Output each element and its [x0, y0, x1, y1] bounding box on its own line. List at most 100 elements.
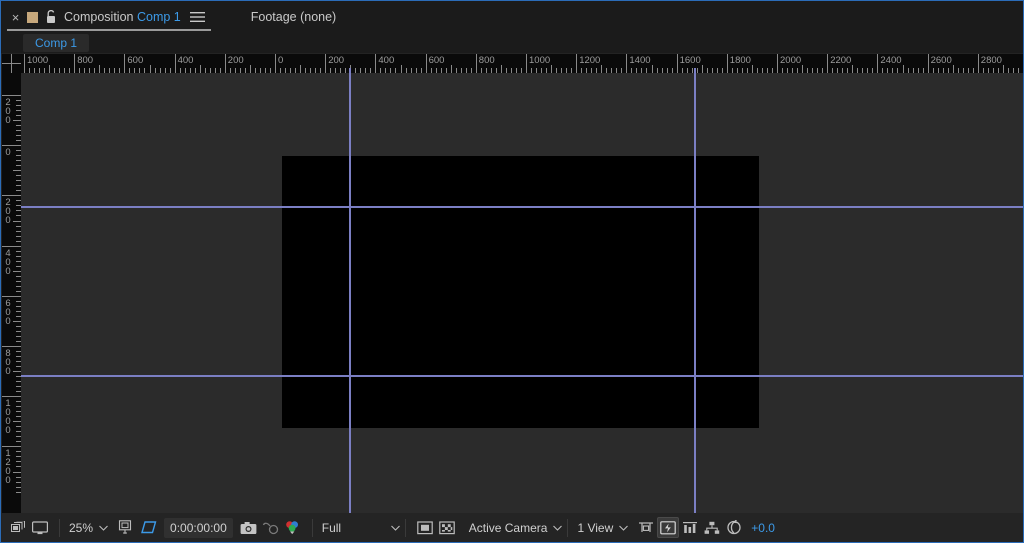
show-snapshot-icon[interactable]	[260, 517, 282, 538]
ruler-minor-tick	[13, 471, 21, 473]
resolution-select[interactable]: Full	[316, 518, 402, 538]
ruler-major-tick	[526, 54, 527, 73]
current-time-field[interactable]: 0:00:00:00	[164, 517, 233, 538]
chevron-down-icon	[390, 525, 400, 531]
horizontal-guide[interactable]	[21, 375, 1023, 377]
close-icon[interactable]: ×	[11, 11, 20, 24]
grid-guide-icon[interactable]	[115, 517, 137, 538]
tab-footage[interactable]: Footage (none)	[243, 1, 344, 33]
ruler-major-tick	[877, 54, 879, 73]
layers-icon[interactable]	[7, 517, 29, 538]
tab-title: Composition Comp 1	[64, 10, 181, 24]
ruler-label: 1400	[629, 55, 651, 66]
ruler-major-tick	[626, 54, 628, 73]
ruler-minor-tick	[751, 65, 753, 73]
exposure-icon[interactable]	[723, 517, 745, 538]
monitor-icon[interactable]	[29, 517, 51, 538]
ruler-major-tick	[174, 54, 176, 73]
channels-icon[interactable]	[282, 517, 304, 538]
ruler-minor-tick	[49, 65, 51, 73]
toolbar-separator	[59, 518, 60, 537]
ruler-minor-tick	[601, 65, 603, 73]
hamburger-icon[interactable]	[188, 11, 205, 24]
ruler-label: 600	[127, 55, 144, 66]
toolbar-group-guides	[110, 513, 164, 542]
ruler-label: 800	[77, 55, 94, 66]
ruler-major-tick	[927, 54, 929, 73]
vertical-ruler[interactable]: 200 0 200 400 600 800 1000 1200	[2, 73, 21, 513]
ruler-label: 800	[2, 348, 14, 375]
ruler-major-tick	[2, 95, 21, 96]
horizontal-guide[interactable]	[21, 206, 1023, 208]
flowchart-icon[interactable]	[701, 517, 723, 538]
ruler-label: 1000	[2, 398, 14, 435]
ruler-major-tick	[124, 54, 126, 73]
ruler-minor-tick	[149, 65, 151, 73]
toolbar-group-snapshot	[233, 513, 309, 542]
camera-value: Active Camera	[468, 520, 548, 535]
ruler-major-tick	[2, 145, 21, 147]
toolbar-separator	[404, 518, 406, 537]
ruler-minor-tick	[13, 270, 21, 272]
mask-icon[interactable]	[137, 517, 159, 538]
ruler-label: 400	[177, 55, 194, 66]
ruler-minor-tick	[300, 65, 302, 73]
composition-toolbar: 25% 0:00:00:00 Full Active Camera 1 View…	[2, 513, 1023, 542]
ruler-major-tick	[2, 396, 21, 398]
ruler-minor-tick	[13, 170, 21, 172]
resolution-value: Full	[321, 520, 342, 535]
subtab-comp-1[interactable]: Comp 1	[23, 34, 90, 52]
ruler-label: 400	[2, 247, 14, 275]
lock-icon[interactable]	[45, 10, 57, 24]
roi-icon[interactable]	[414, 517, 436, 538]
toolbar-separator	[311, 518, 313, 537]
magnification-value: 25%	[69, 520, 94, 535]
ruler-label: 600	[428, 55, 445, 66]
ruler-label: 1000	[529, 55, 551, 66]
composition-viewer[interactable]	[21, 73, 1023, 513]
composition-frame	[282, 156, 759, 428]
vertical-guide[interactable]	[349, 73, 351, 513]
view-layout-select[interactable]: 1 View	[571, 518, 630, 538]
ruler-minor-tick	[852, 65, 854, 73]
vertical-guide[interactable]	[694, 73, 696, 513]
comp-subtab-row: Comp 1	[1, 33, 1023, 53]
camera-select[interactable]: Active Camera	[463, 518, 565, 538]
horizontal-ruler[interactable]: 1000 800 600 400 200 0 200 400 600 800 1000 1200 140…	[21, 54, 1023, 73]
ruler-label: 800	[478, 55, 495, 66]
toolbar-group-left	[2, 513, 56, 542]
ruler-minor-tick	[13, 421, 21, 423]
ruler-label: 2800	[980, 55, 1002, 66]
exposure-value[interactable]: +0.0	[745, 521, 781, 535]
ruler-label: 2400	[880, 55, 902, 66]
camera-icon[interactable]	[238, 517, 260, 538]
ruler-label: 200	[328, 55, 345, 66]
toolbar-group-right: +0.0	[630, 513, 786, 542]
ruler-minor-tick	[500, 65, 502, 73]
ruler-major-tick	[977, 54, 979, 73]
ruler-minor-tick	[1002, 65, 1004, 73]
ruler-label: 1000	[27, 55, 49, 66]
ruler-major-tick	[325, 54, 327, 73]
guide-layout-icon[interactable]	[635, 517, 657, 538]
ruler-major-tick	[576, 54, 578, 73]
ruler-major-tick	[275, 54, 276, 73]
timeline-icon[interactable]	[679, 517, 701, 538]
magnification-select[interactable]: 25%	[63, 518, 110, 538]
ruler-label: 1800	[729, 55, 751, 66]
ruler-corner	[2, 54, 21, 73]
ruler-label: 0	[278, 55, 284, 66]
tab-composition[interactable]: × Composition Comp 1	[1, 1, 213, 33]
ruler-minor-tick	[13, 220, 21, 222]
ruler-minor-tick	[902, 65, 904, 73]
toolbar-separator	[567, 518, 569, 537]
ruler-minor-tick	[13, 371, 21, 373]
ruler-minor-tick	[249, 65, 251, 73]
ruler-major-tick	[676, 54, 678, 73]
transparency-grid-icon[interactable]	[436, 517, 458, 538]
ruler-corner-hline	[2, 63, 21, 64]
ruler-minor-tick	[701, 65, 703, 73]
ruler-major-tick	[74, 54, 76, 73]
fast-previews-icon[interactable]	[657, 517, 680, 538]
chevron-down-icon	[553, 525, 563, 531]
